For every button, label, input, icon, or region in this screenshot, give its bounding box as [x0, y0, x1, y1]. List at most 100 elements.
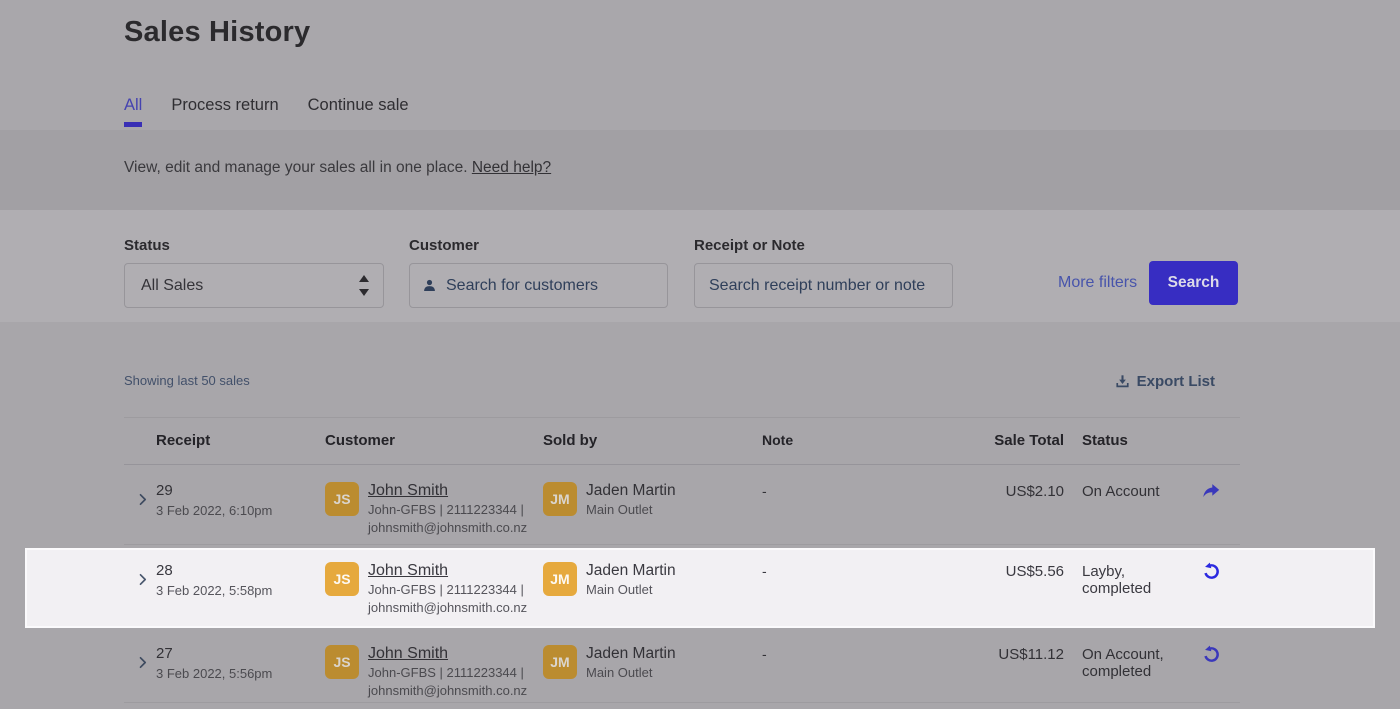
- customer-details: John-GFBS | 2111223344 |: [368, 582, 527, 598]
- receipt-cell: 29 3 Feb 2022, 6:10pm: [156, 465, 325, 544]
- receipt-cell: 27 3 Feb 2022, 5:56pm: [156, 628, 325, 702]
- info-banner: View, edit and manage your sales all in …: [0, 130, 1400, 210]
- note-cell: -: [762, 628, 960, 702]
- customer-email: johnsmith@johnsmith.co.nz: [368, 683, 527, 699]
- sale-total-cell: US$2.10: [960, 465, 1064, 544]
- return-sale-action-button[interactable]: [1202, 645, 1221, 664]
- return-sale-action-button[interactable]: [1202, 562, 1221, 581]
- select-arrows-icon: [359, 275, 369, 296]
- column-header-sale-total: Sale Total: [960, 418, 1064, 464]
- status-cell: On Account, completed: [1082, 628, 1182, 702]
- receipt-number: 28: [156, 563, 325, 579]
- sales-table: Receipt Customer Sold by Note Sale Total…: [124, 417, 1240, 703]
- receipt-number: 29: [156, 483, 325, 499]
- column-header-sold-by: Sold by: [543, 418, 762, 464]
- table-row[interactable]: 28 3 Feb 2022, 5:58pm JS John Smith John…: [124, 545, 1240, 628]
- filter-bar: Status All Sales Customer Receipt or Not…: [0, 210, 1400, 322]
- status-select[interactable]: All Sales: [124, 263, 384, 308]
- export-list-button[interactable]: Export List: [1115, 373, 1215, 390]
- sales-list-section: Showing last 50 sales Export List Receip…: [0, 322, 1400, 709]
- customer-cell: JS John Smith John-GFBS | 2111223344 | j…: [325, 545, 543, 628]
- receipt-number: 27: [156, 646, 325, 662]
- customer-name-link[interactable]: John Smith: [368, 645, 448, 662]
- receipt-note-label: Receipt or Note: [694, 237, 953, 254]
- customer-email: johnsmith@johnsmith.co.nz: [368, 520, 527, 536]
- arrow-down-icon: [359, 289, 369, 296]
- sold-by-cell: JM Jaden Martin Main Outlet: [543, 628, 762, 702]
- customer-name-link[interactable]: John Smith: [368, 482, 448, 499]
- customer-avatar: JS: [325, 562, 359, 596]
- customer-details: John-GFBS | 2111223344 |: [368, 665, 527, 681]
- customer-details: John-GFBS | 2111223344 |: [368, 502, 527, 518]
- receipt-note-filter-group: Receipt or Note: [694, 237, 953, 308]
- export-list-label: Export List: [1137, 373, 1215, 390]
- download-icon: [1115, 374, 1130, 389]
- note-cell: -: [762, 545, 960, 628]
- person-icon: [423, 279, 436, 292]
- receipt-date: 3 Feb 2022, 5:56pm: [156, 666, 325, 681]
- receipt-note-search-input[interactable]: [709, 277, 952, 295]
- customer-cell: JS John Smith John-GFBS | 2111223344 | j…: [325, 465, 543, 544]
- status-cell: Layby, completed: [1082, 545, 1182, 628]
- page-header: Sales History All Process return Continu…: [0, 0, 1400, 130]
- customer-name-link[interactable]: John Smith: [368, 562, 448, 579]
- header-spacer: [124, 418, 156, 464]
- tab-bar: All Process return Continue sale: [124, 96, 409, 115]
- table-header-row: Receipt Customer Sold by Note Sale Total…: [124, 417, 1240, 465]
- customer-avatar: JS: [325, 645, 359, 679]
- sales-summary: Showing last 50 sales: [124, 373, 250, 388]
- receipt-date: 3 Feb 2022, 5:58pm: [156, 583, 325, 598]
- status-label: Status: [124, 237, 384, 254]
- banner-text: View, edit and manage your sales all in …: [124, 159, 551, 177]
- customer-search-box: [409, 263, 668, 308]
- outlet-name: Main Outlet: [586, 502, 676, 518]
- status-select-value: All Sales: [141, 277, 203, 295]
- receipt-note-search-box: [694, 263, 953, 308]
- column-header-receipt: Receipt: [156, 418, 325, 464]
- customer-search-input[interactable]: [446, 277, 667, 295]
- expand-row-button[interactable]: [139, 656, 156, 669]
- sold-by-cell: JM Jaden Martin Main Outlet: [543, 545, 762, 628]
- customer-cell: JS John Smith John-GFBS | 2111223344 | j…: [325, 628, 543, 702]
- customer-label: Customer: [409, 237, 668, 254]
- table-row[interactable]: 29 3 Feb 2022, 6:10pm JS John Smith John…: [124, 465, 1240, 545]
- sold-by-name: Jaden Martin: [586, 482, 676, 500]
- column-header-status: Status: [1082, 418, 1182, 464]
- receipt-date: 3 Feb 2022, 6:10pm: [156, 503, 325, 518]
- sale-total-cell: US$11.12: [960, 628, 1064, 702]
- sold-by-avatar: JM: [543, 645, 577, 679]
- status-filter-group: Status All Sales: [124, 237, 384, 308]
- sale-total-cell: US$5.56: [960, 545, 1064, 628]
- tab-continue-sale[interactable]: Continue sale: [308, 96, 409, 115]
- status-cell: On Account: [1082, 465, 1182, 544]
- customer-avatar: JS: [325, 482, 359, 516]
- outlet-name: Main Outlet: [586, 582, 676, 598]
- tab-all[interactable]: All: [124, 96, 142, 115]
- expand-row-button[interactable]: [139, 573, 156, 586]
- receipt-cell: 28 3 Feb 2022, 5:58pm: [156, 545, 325, 628]
- banner-message: View, edit and manage your sales all in …: [124, 159, 468, 176]
- sold-by-avatar: JM: [543, 482, 577, 516]
- sold-by-name: Jaden Martin: [586, 562, 676, 580]
- continue-sale-action-button[interactable]: [1201, 482, 1221, 502]
- arrow-up-icon: [359, 275, 369, 282]
- search-button[interactable]: Search: [1149, 261, 1238, 305]
- need-help-link[interactable]: Need help?: [472, 159, 551, 176]
- outlet-name: Main Outlet: [586, 665, 676, 681]
- header-actions-spacer: [1182, 418, 1240, 464]
- customer-filter-group: Customer: [409, 237, 668, 308]
- customer-email: johnsmith@johnsmith.co.nz: [368, 600, 527, 616]
- note-cell: -: [762, 465, 960, 544]
- sold-by-avatar: JM: [543, 562, 577, 596]
- sold-by-cell: JM Jaden Martin Main Outlet: [543, 465, 762, 544]
- expand-row-button[interactable]: [139, 493, 156, 506]
- table-row[interactable]: 27 3 Feb 2022, 5:56pm JS John Smith John…: [124, 628, 1240, 703]
- column-header-customer: Customer: [325, 418, 543, 464]
- page-title: Sales History: [124, 16, 310, 49]
- column-header-note: Note: [762, 418, 960, 464]
- list-toolbar: Showing last 50 sales Export List: [124, 373, 1240, 390]
- tab-process-return[interactable]: Process return: [171, 96, 278, 115]
- sold-by-name: Jaden Martin: [586, 645, 676, 663]
- more-filters-link[interactable]: More filters: [1058, 274, 1137, 292]
- table-body: 29 3 Feb 2022, 6:10pm JS John Smith John…: [124, 465, 1240, 703]
